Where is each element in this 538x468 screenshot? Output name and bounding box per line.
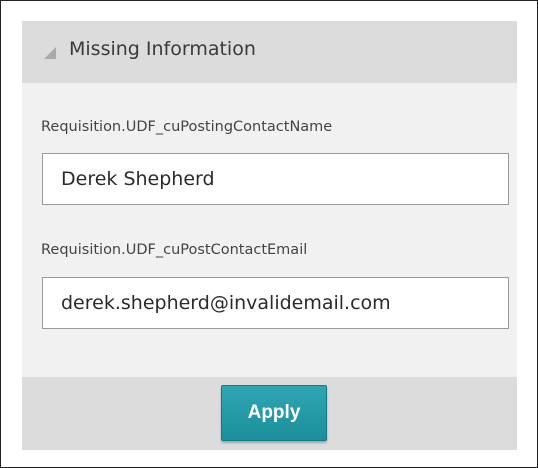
post-contact-email-label: Requisition.UDF_cuPostContactEmail (41, 242, 308, 258)
panel-title: Missing Information (69, 38, 256, 60)
panel-footer: Apply (22, 377, 517, 450)
missing-information-panel: Missing Information Requisition.UDF_cuPo… (22, 21, 517, 450)
screenshot-frame: Missing Information Requisition.UDF_cuPo… (0, 0, 538, 468)
apply-button[interactable]: Apply (221, 385, 327, 441)
posting-contact-name-label: Requisition.UDF_cuPostingContactName (41, 119, 333, 135)
panel-header[interactable]: Missing Information (22, 21, 517, 83)
posting-contact-name-input[interactable] (42, 153, 509, 205)
collapse-triangle-icon[interactable] (44, 47, 56, 59)
post-contact-email-input[interactable] (42, 277, 509, 329)
